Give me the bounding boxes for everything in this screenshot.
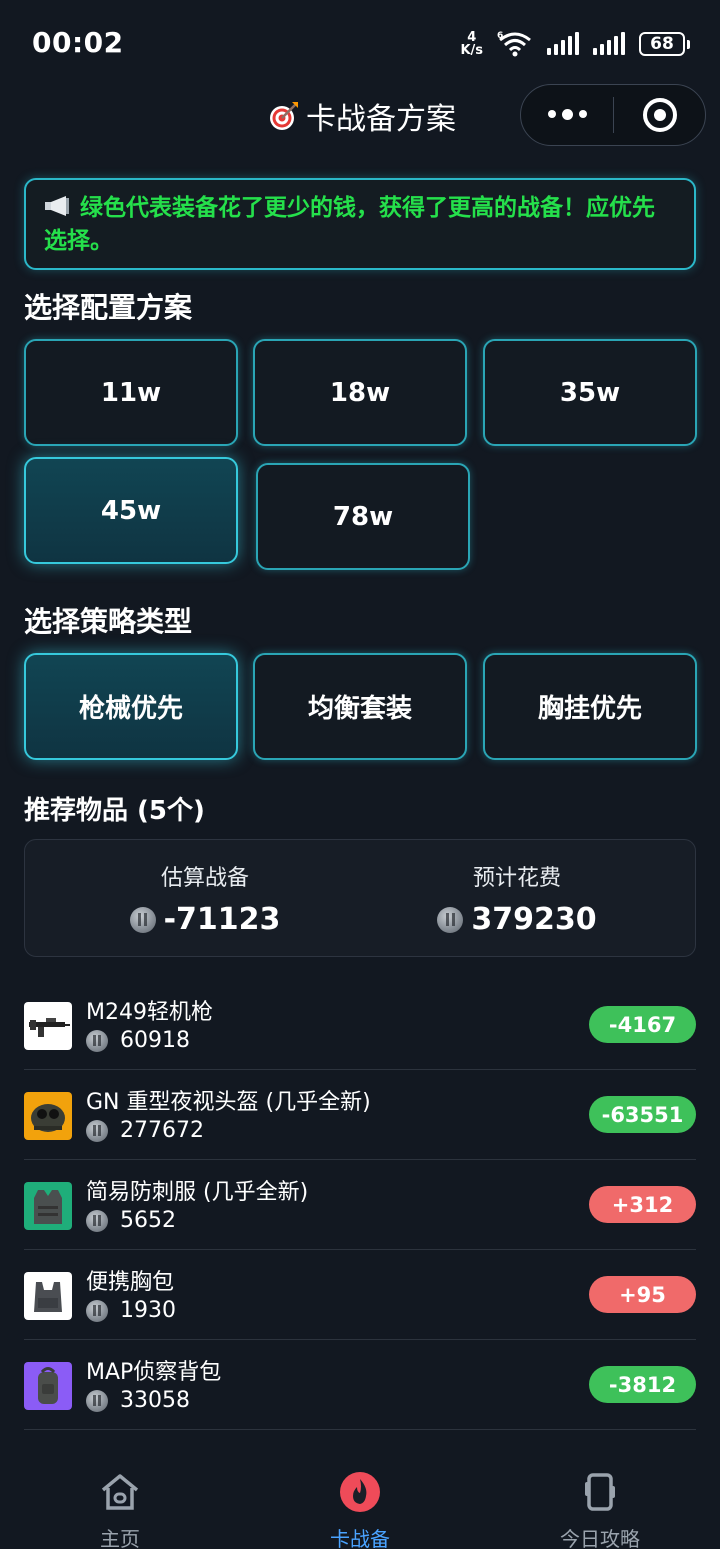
app-screen: 00:02 4 K/s 6 68 卡战备方案 绿色代表装备花了更少的钱，获得了更… <box>0 0 720 1549</box>
coin-icon <box>86 1209 108 1232</box>
coin-icon <box>86 1119 108 1142</box>
tab-daily-guide-label: 今日攻略 <box>560 1527 640 1549</box>
chest-bag-icon <box>34 1282 62 1312</box>
signal-icon <box>547 32 579 55</box>
delta-badge: +95 <box>589 1276 696 1313</box>
fire-icon <box>340 1472 380 1512</box>
signal-icon-2 <box>593 32 625 55</box>
close-button[interactable] <box>614 98 705 132</box>
wifi-icon: 6 <box>497 31 531 57</box>
item-name: GN 重型夜视头盔 (几乎全新) <box>86 1090 371 1115</box>
item-thumbnail <box>24 1182 72 1230</box>
coin-icon <box>129 906 156 933</box>
battery-level: 68 <box>639 32 685 56</box>
config-section-title: 选择配置方案 <box>24 291 193 324</box>
tab-gear-plan-label: 卡战备 <box>330 1527 390 1549</box>
delta-badge: -3812 <box>589 1366 696 1403</box>
status-time: 00:02 <box>32 26 124 59</box>
strategy-option-balanced[interactable]: 均衡套装 <box>253 653 467 760</box>
strategy-option-vest-first[interactable]: 胸挂优先 <box>483 653 697 760</box>
cost-value: 379230 <box>471 902 597 937</box>
list-item[interactable]: 便携胸包 1930 +95 <box>24 1250 696 1340</box>
battery-icon: 68 <box>639 32 690 56</box>
coin-icon <box>86 1389 108 1412</box>
item-price-value: 1930 <box>120 1298 176 1323</box>
phone-guide-icon <box>585 1473 615 1511</box>
item-price: 277672 <box>86 1118 204 1143</box>
item-name: MAP侦察背包 <box>86 1360 222 1385</box>
readiness-summary: 估算战备 -71123 <box>105 860 305 937</box>
item-thumbnail <box>24 1092 72 1140</box>
target-circle-icon <box>642 98 677 132</box>
list-item[interactable]: 简易防刺服 (几乎全新) 5652 +312 <box>24 1160 696 1250</box>
stab-vest-icon <box>34 1190 62 1224</box>
wifi-label: 6 <box>497 31 503 41</box>
tab-daily-guide[interactable]: 今日攻略 <box>520 1470 680 1549</box>
item-thumbnail <box>24 1272 72 1320</box>
readiness-label: 估算战备 <box>160 866 249 891</box>
cost-summary: 预计花费 379230 <box>417 860 617 937</box>
item-price-value: 60918 <box>120 1028 190 1053</box>
cost-label: 预计花费 <box>472 866 561 891</box>
readiness-value: -71123 <box>163 902 281 937</box>
more-dots-icon[interactable] <box>521 109 613 120</box>
dart-target-icon <box>270 102 298 130</box>
strategy-option-weapon-first[interactable]: 枪械优先 <box>24 653 238 760</box>
coin-icon <box>437 906 464 933</box>
status-bar: 00:02 4 K/s 6 68 <box>0 0 720 84</box>
machine-gun-icon <box>29 1018 70 1037</box>
speaker-icon <box>45 196 69 216</box>
notice-banner: 绿色代表装备花了更少的钱，获得了更高的战备！应优先选择。 <box>24 178 696 270</box>
network-speed: 4 K/s <box>460 31 483 57</box>
item-price: 60918 <box>86 1028 190 1053</box>
title-bar: 卡战备方案 <box>0 84 720 148</box>
list-item[interactable]: M249轻机枪 60918 -4167 <box>24 980 696 1070</box>
recommend-section-title: 推荐物品 (5个) <box>24 796 205 826</box>
config-option-18w[interactable]: 18w <box>253 339 467 446</box>
delta-badge: -4167 <box>589 1006 696 1043</box>
config-option-35w[interactable]: 35w <box>483 339 697 446</box>
backpack-icon <box>38 1367 58 1404</box>
item-name: 简易防刺服 (几乎全新) <box>86 1180 309 1205</box>
delta-badge: +312 <box>589 1186 696 1223</box>
item-price-value: 5652 <box>120 1208 176 1233</box>
item-price: 5652 <box>86 1208 176 1233</box>
page-title: 卡战备方案 <box>268 94 456 138</box>
item-price-value: 33058 <box>120 1388 190 1413</box>
tab-gear-plan[interactable]: 卡战备 <box>280 1470 440 1549</box>
list-item[interactable]: GN 重型夜视头盔 (几乎全新) 277672 -63551 <box>24 1070 696 1160</box>
config-option-11w[interactable]: 11w <box>24 339 238 446</box>
list-item[interactable]: MAP侦察背包 33058 -3812 <box>24 1340 696 1430</box>
bottom-tab-bar: 主页 卡战备 今日攻略 <box>0 1450 720 1549</box>
item-name: 便携胸包 <box>86 1270 175 1295</box>
net-speed-unit: K/s <box>460 43 483 58</box>
item-thumbnail <box>24 1362 72 1410</box>
strategy-section-title: 选择策略类型 <box>24 605 193 638</box>
item-price: 1930 <box>86 1298 176 1323</box>
delta-badge: -63551 <box>589 1096 696 1133</box>
tab-home[interactable]: 主页 <box>40 1470 200 1549</box>
config-option-78w[interactable]: 78w <box>256 463 470 570</box>
night-vision-helmet-icon <box>31 1104 65 1132</box>
page-title-text: 卡战备方案 <box>306 102 456 137</box>
item-name: M249轻机枪 <box>86 1000 213 1025</box>
status-indicators: 4 K/s 6 68 <box>460 28 690 60</box>
coin-icon <box>86 1299 108 1322</box>
summary-card: 估算战备 -71123 预计花费 379230 <box>24 839 696 957</box>
mini-program-capsule <box>520 84 706 146</box>
item-price: 33058 <box>86 1388 190 1413</box>
home-icon <box>101 1474 139 1510</box>
coin-icon <box>86 1029 108 1052</box>
config-option-45w[interactable]: 45w <box>24 457 238 564</box>
notice-text: 绿色代表装备花了更少的钱，获得了更高的战备！应优先选择。 <box>44 195 655 254</box>
item-price-value: 277672 <box>120 1118 204 1143</box>
item-thumbnail <box>24 1002 72 1050</box>
tab-home-label: 主页 <box>100 1527 140 1549</box>
